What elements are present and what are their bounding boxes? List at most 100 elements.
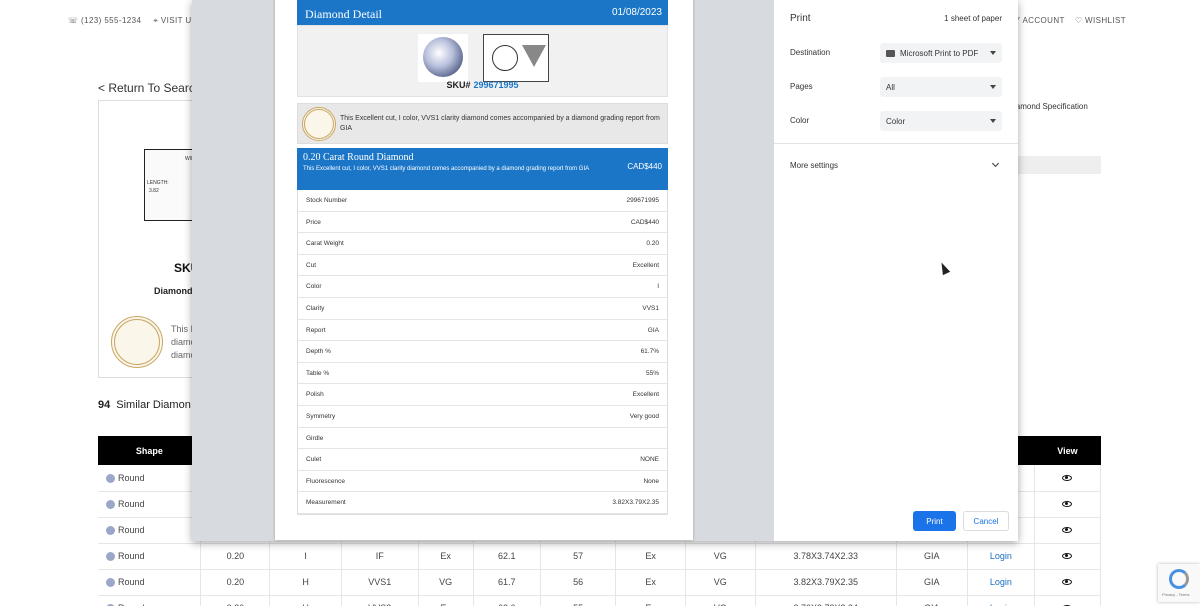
shape-label: Round — [118, 576, 145, 587]
table-cell: 0.20 — [200, 595, 271, 606]
shape-cell: Round — [98, 595, 202, 606]
spec-key: Fluorescence — [306, 477, 346, 485]
shape-label: Round — [118, 498, 145, 509]
spec-value: Excellent — [632, 391, 659, 399]
preview-title: Diamond Detail — [305, 7, 382, 21]
table-cell: I — [269, 543, 342, 570]
print-title: Print — [790, 13, 811, 24]
table-cell: 62.1 — [473, 543, 541, 570]
round-diamond-icon — [106, 473, 115, 483]
chevron-down-icon[interactable] — [991, 159, 1000, 168]
spec-key: Price — [306, 218, 321, 226]
table-cell: VG — [685, 543, 756, 570]
gia-seal-icon — [302, 107, 336, 141]
column-header-shape[interactable]: Shape — [98, 436, 201, 465]
spec-row: Polish Excellent — [298, 384, 667, 406]
table-row[interactable]: Round 0.20 I IF Ex 62.1 57 Ex VG 3.78X3.74X2.33 GI… — [98, 543, 1102, 570]
spec-row: Culet NONE — [298, 449, 667, 471]
dropdown-arrow-icon — [990, 51, 996, 55]
more-settings-toggle[interactable]: More settings — [790, 161, 838, 170]
spec-value: 61.7% — [640, 348, 659, 356]
print-preview[interactable]: Diamond Detail 01/08/2023 SKU# 299671995 … — [192, 0, 774, 541]
table-cell: GIA — [896, 543, 968, 570]
table-cell: 55 — [540, 595, 617, 606]
dropdown-arrow-icon — [990, 85, 996, 89]
shape-label: Round — [118, 550, 145, 561]
diamond-price: CAD$440 — [627, 162, 662, 171]
pages-label: Pages — [790, 82, 813, 91]
sku-label: SKU# — [446, 80, 471, 90]
login-link[interactable]: Login — [967, 595, 1035, 606]
shape-cell: Round — [98, 491, 202, 518]
spec-row: Clarity VVS1 — [298, 298, 667, 320]
eye-icon[interactable] — [1062, 501, 1073, 507]
spec-value: VVS1 — [642, 304, 659, 312]
diamond-diagram-icon — [483, 34, 549, 82]
similar-diamonds-heading: 94 Similar Diamon — [98, 399, 191, 411]
spec-row: Depth % 61.7% — [298, 341, 667, 363]
round-diamond-icon — [106, 500, 115, 510]
diamond-stone-icon — [423, 37, 463, 77]
visit-link[interactable]: ⌖ VISIT US — [153, 16, 197, 26]
pages-value: All — [886, 83, 895, 92]
table-cell: Ex — [418, 595, 474, 606]
login-link[interactable]: Login — [967, 543, 1035, 570]
gia-box: This Excellent cut, I color, VVS1 clarit… — [297, 103, 668, 144]
table-cell: 62.6 — [473, 595, 541, 606]
view-cell[interactable] — [1034, 491, 1102, 518]
similar-count: 94 — [98, 399, 111, 411]
diamond-specification-label: iamond Specification — [1014, 102, 1088, 111]
print-settings-panel: Print 1 sheet of paper Destination Micro… — [774, 0, 1018, 541]
view-cell[interactable] — [1034, 595, 1102, 606]
table-cell: 57 — [540, 543, 617, 570]
shape-cell: Round — [98, 465, 202, 492]
sheet-count: 1 sheet of paper — [944, 14, 1002, 23]
eye-icon[interactable] — [1062, 527, 1073, 533]
login-link[interactable]: Login — [967, 569, 1035, 596]
cancel-button[interactable]: Cancel — [963, 511, 1009, 531]
table-cell: Ex — [615, 569, 686, 596]
eye-icon[interactable] — [1062, 579, 1073, 585]
table-cell: VG — [418, 569, 474, 596]
gia-text: This Excellent cut, I color, VVS1 clarit… — [340, 115, 660, 132]
round-diamond-icon — [106, 552, 115, 562]
spec-row: Carat Weight 0.20 — [298, 233, 667, 255]
table-cell: VG — [685, 595, 756, 606]
recaptcha-icon — [1169, 569, 1189, 589]
view-cell[interactable] — [1034, 517, 1102, 544]
view-cell[interactable] — [1034, 465, 1102, 492]
color-value: Color — [886, 117, 906, 126]
table-cell: 56 — [540, 569, 617, 596]
spec-key: Color — [306, 283, 322, 291]
spec-row: Table % 55% — [298, 363, 667, 385]
pages-select[interactable]: All — [880, 77, 1002, 97]
destination-select[interactable]: Microsoft Print to PDF — [880, 43, 1002, 63]
spec-key: Carat Weight — [306, 240, 344, 248]
recaptcha-badge[interactable]: Privacy - Terms — [1158, 564, 1200, 602]
spec-key: Symmetry — [306, 412, 336, 420]
dropdown-arrow-icon — [990, 119, 996, 123]
view-cell[interactable] — [1034, 543, 1102, 570]
spec-value: I — [657, 283, 659, 291]
shape-label: Round — [118, 472, 145, 483]
table-cell: 3.82X3.79X2.35 — [755, 569, 897, 596]
table-cell: VG — [685, 569, 756, 596]
table-cell: 3.78X3.74X2.33 — [755, 543, 897, 570]
print-dialog: Diamond Detail 01/08/2023 SKU# 299671995 … — [192, 0, 1018, 541]
wishlist-link[interactable]: ♡ WISHLIST — [1075, 16, 1126, 25]
color-select[interactable]: Color — [880, 111, 1002, 131]
table-cell: 0.20 — [200, 543, 271, 570]
view-cell[interactable] — [1034, 569, 1102, 596]
spec-key: Cut — [306, 261, 317, 269]
sku-value: 299671995 — [473, 80, 519, 90]
table-row[interactable]: Round0.20HVVS2Ex62.655ExVG3.76X3.73X2.34… — [98, 595, 1102, 606]
spec-key: Stock Number — [306, 197, 348, 204]
phone-link[interactable]: ☏ (123) 555-1234 — [68, 16, 141, 26]
spec-value: Very good — [629, 412, 659, 420]
schematic-length-label: LENGTH: — [147, 180, 169, 186]
print-button[interactable]: Print — [913, 511, 956, 531]
eye-icon[interactable] — [1062, 553, 1073, 559]
table-row[interactable]: Round 0.20 H VVS1 VG 61.7 56 Ex VG 3.82X3.79X2.35… — [98, 569, 1102, 596]
spec-value: CAD$440 — [630, 218, 659, 226]
eye-icon[interactable] — [1062, 474, 1073, 481]
